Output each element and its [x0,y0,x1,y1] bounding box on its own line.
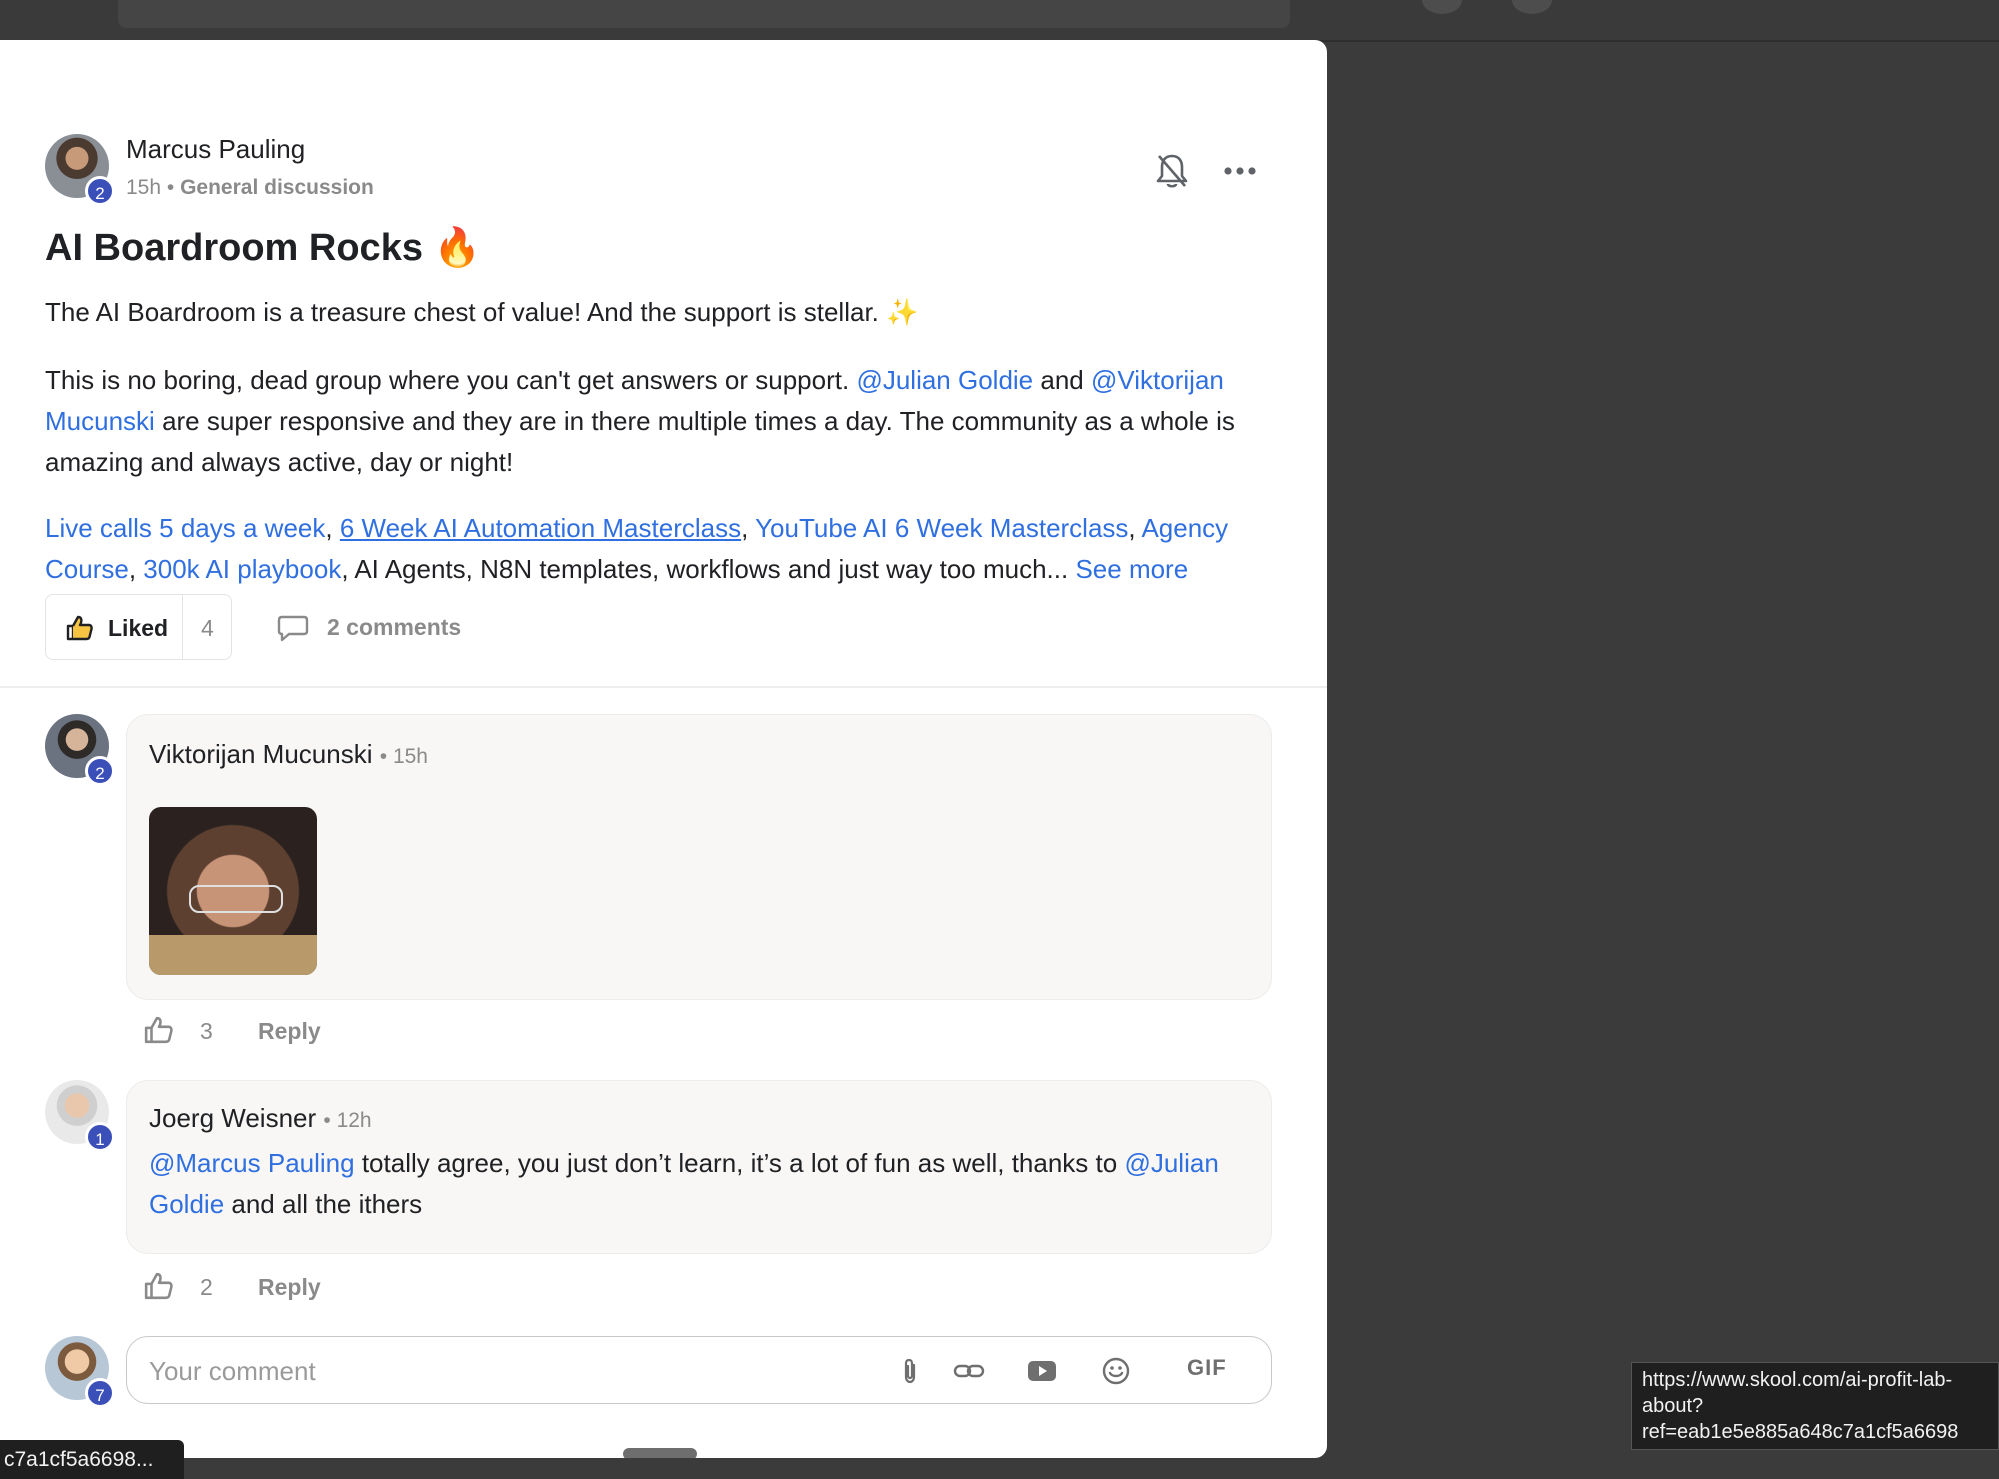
post-text: , AI Agents, N8N templates, workflows an… [341,554,1069,584]
mention-marcus-pauling[interactable]: @Marcus Pauling [149,1148,355,1178]
drag-handle[interactable] [623,1448,697,1458]
post-text: This is no boring, dead group where you … [45,365,850,395]
more-horizontal-icon[interactable] [1223,164,1257,178]
like-divider [182,595,183,659]
post-paragraph-2: This is no boring, dead group where you … [45,360,1285,483]
thumbs-up-icon[interactable] [144,1272,174,1300]
tooltip-line: ref=eab1e5e885a648c7a1cf5a6698 [1642,1421,1959,1443]
comment-header: Viktorijan Mucunski • 15h [149,739,428,769]
link-preview-tooltip: https://www.skool.com/ai-profit-lab- abo… [1631,1362,1999,1450]
status-url-chip: c7a1cf5a6698... [0,1440,184,1479]
post-category[interactable]: General discussion [180,176,374,199]
post-paragraph-1: The AI Boardroom is a treasure chest of … [45,292,1285,333]
post-title-text: AI Boardroom Rocks [45,227,423,269]
bell-off-icon[interactable] [1155,152,1189,190]
see-more-link[interactable]: See more [1075,554,1188,584]
comment-time: 12h [336,1109,372,1132]
like-button[interactable]: Liked 4 [45,594,232,660]
comment-text-part: and all the ithers [231,1189,423,1219]
background-search-bar [118,0,1290,28]
youtube-icon[interactable] [1027,1357,1057,1385]
background-topbar [0,0,1999,42]
comment-level-badge: 2 [85,756,115,786]
comment-input[interactable] [147,1351,871,1391]
thumbs-up-icon [66,615,93,641]
author-name[interactable]: Marcus Pauling [126,134,305,165]
mention-julian-goldie[interactable]: @Julian Goldie [856,365,1033,395]
tooltip-line: about? [1642,1395,1704,1417]
gif-detail [189,885,283,913]
link-youtube-masterclass[interactable]: YouTube AI 6 Week Masterclass [755,513,1128,543]
post-meta: 15h • General discussion [126,176,374,199]
reply-button[interactable]: Reply [258,1018,321,1045]
post-paragraph-3: Live calls 5 days a week, 6 Week AI Auto… [45,513,1229,584]
liked-label: Liked [108,615,169,641]
comment-like-count: 2 [200,1274,213,1300]
comment-like-count: 3 [200,1018,213,1044]
tooltip-line: https://www.skool.com/ai-profit-lab- [1642,1369,1953,1391]
post-divider [0,686,1327,688]
thumbs-up-icon[interactable] [144,1016,174,1044]
current-user-level-badge: 7 [85,1378,115,1408]
comment-level-badge: 1 [85,1122,115,1152]
link-automation-masterclass[interactable]: 6 Week AI Automation Masterclass [340,513,741,543]
gif-button[interactable]: GIF [1187,1355,1227,1381]
comment-text-part: totally agree, you just don’t learn, it’… [361,1148,1118,1178]
author-level-badge: 2 [85,176,115,206]
post-modal: 2 Marcus Pauling 15h • General discussio… [0,40,1327,1458]
comment-author[interactable]: Joerg Weisner [149,1103,316,1133]
fire-emoji-icon: 🔥 [433,227,481,269]
comment-author[interactable]: Viktorijan Mucunski [149,739,373,769]
comment-gif-image[interactable] [149,807,317,975]
link-icon[interactable] [953,1357,985,1385]
comment-header: Joerg Weisner • 12h [149,1103,372,1133]
comment-bubble: Joerg Weisner • 12h @Marcus Pauling tota… [126,1080,1272,1254]
comments-count-label: 2 comments [327,614,462,640]
like-count[interactable]: 4 [201,615,214,642]
smiley-icon[interactable] [1101,1357,1131,1385]
paperclip-icon[interactable] [900,1357,920,1385]
post-title: AI Boardroom Rocks 🔥 [45,226,481,270]
background-avatar [1512,0,1552,14]
post-time: 15h [126,176,162,199]
comment-time: 15h [392,745,428,768]
link-ai-playbook[interactable]: 300k AI playbook [143,554,341,584]
post-text: The AI Boardroom is a treasure chest of … [45,297,879,327]
reply-button[interactable]: Reply [258,1274,321,1301]
post-text: are super responsive and they are in the… [45,406,1235,477]
comment-text: @Marcus Pauling totally agree, you just … [149,1143,1249,1225]
background-icon [1422,0,1462,14]
link-live-calls[interactable]: Live calls 5 days a week [45,513,325,543]
comment-composer: GIF [126,1336,1272,1404]
sparkles-emoji-icon: ✨ [886,297,919,327]
comment-bubble: Viktorijan Mucunski • 15h [126,714,1272,1000]
comment-icon [277,615,309,642]
post-text: and [1040,365,1084,395]
gif-detail [149,935,317,975]
